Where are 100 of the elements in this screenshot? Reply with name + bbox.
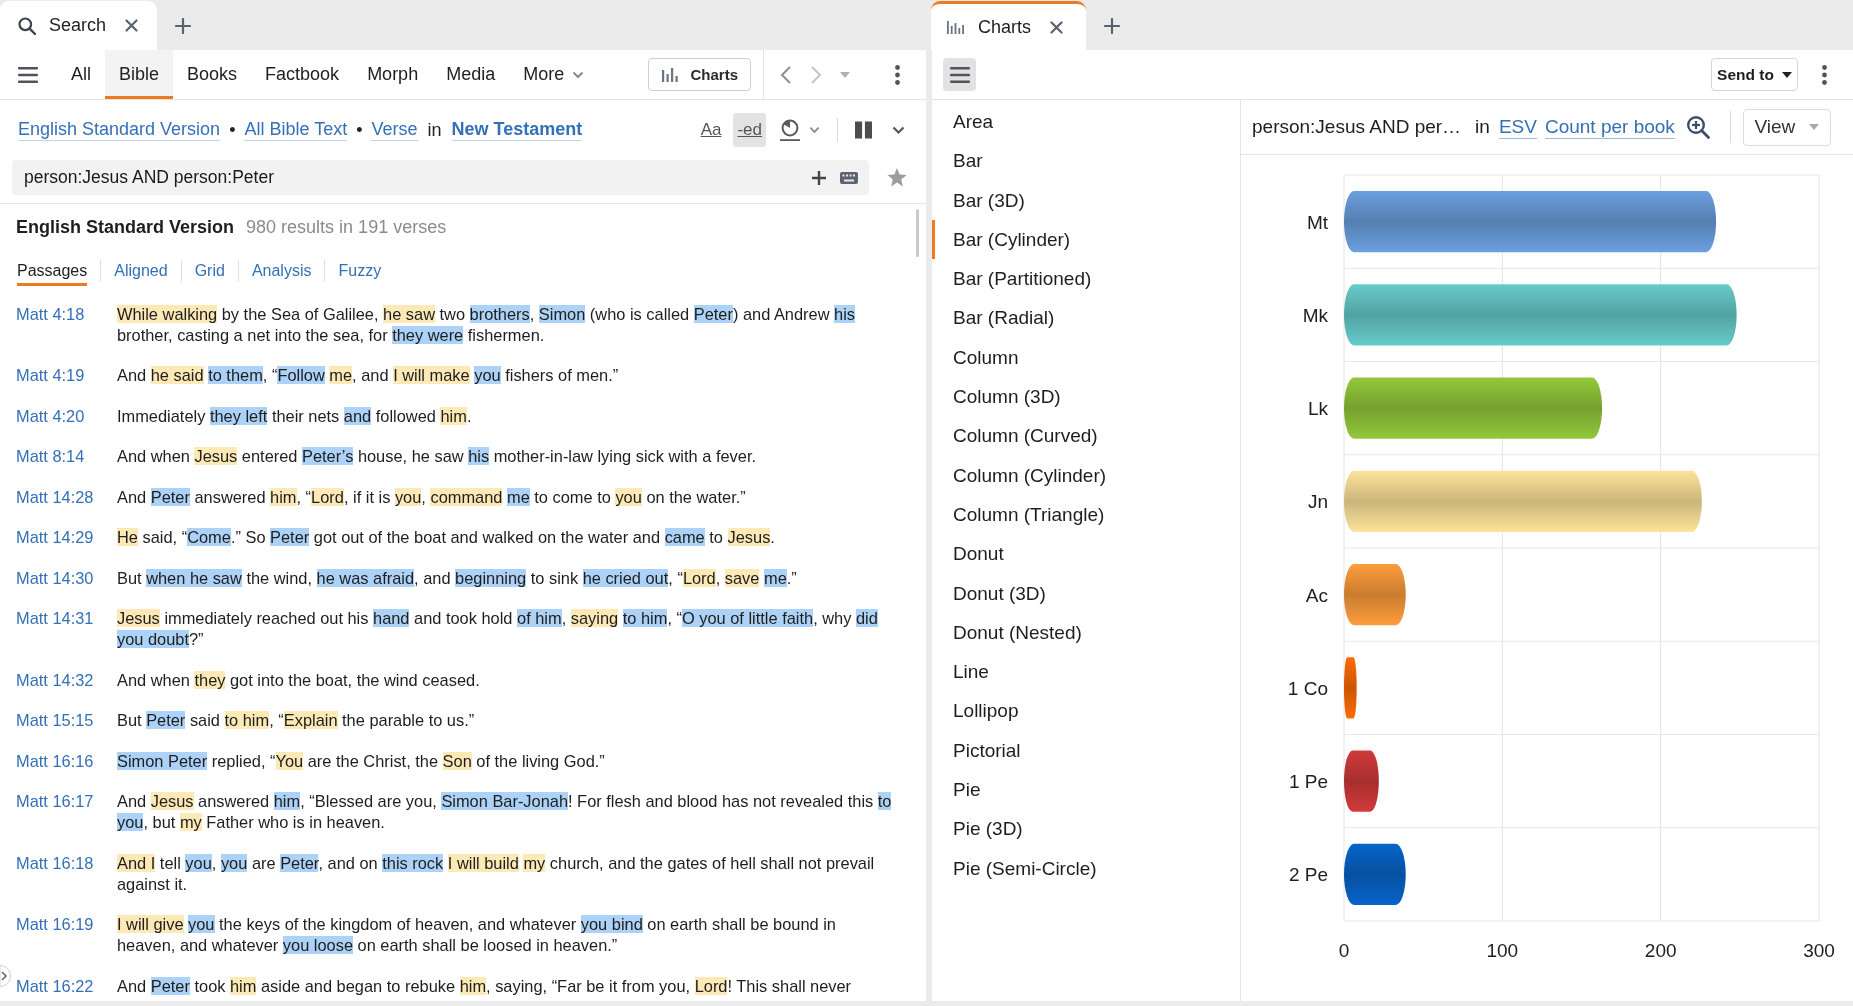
plus-icon[interactable] [1104,18,1120,34]
bar [1344,657,1357,719]
category-label: Jn [1307,491,1328,513]
bar-chart-icon [662,67,679,82]
chart-type-item[interactable]: Pie (Semi-Circle) [932,848,1240,888]
scope-link[interactable]: All Bible Text [244,119,348,141]
nav-tab[interactable]: Morph [353,50,433,99]
chart-type-item[interactable]: Column (Curved) [932,416,1240,456]
display-toggle[interactable]: Aa [696,113,726,147]
search-icon [18,16,36,35]
verse-reference[interactable]: Matt 16:22 [16,975,117,997]
gauge-icon[interactable] [780,119,800,141]
category-label: Ac [1305,584,1328,606]
close-icon[interactable] [1050,20,1063,34]
verse-reference[interactable]: Matt 16:18 [16,852,117,895]
category-label: 1 Pe [1288,771,1328,793]
chart-type-item[interactable]: Line [932,652,1240,692]
send-to-button[interactable]: Send to [1711,58,1798,91]
chart-type-item[interactable]: Donut (Nested) [932,612,1240,653]
charts-button[interactable]: Charts [648,58,751,91]
scope-link[interactable]: New Testament [451,119,583,141]
verse-reference[interactable]: Matt 4:18 [16,303,117,346]
version-link[interactable]: ESV [1498,115,1537,139]
close-icon[interactable] [125,19,139,32]
scrollbar-thumb[interactable] [916,209,919,257]
verse-reference[interactable]: Matt 16:16 [16,750,117,772]
verse-reference[interactable]: Matt 4:19 [16,365,117,387]
nav-tab[interactable]: All [57,50,105,99]
chart-type-item[interactable]: Donut (3D) [932,573,1240,613]
chart-type-item[interactable]: Bar (Partitioned) [932,259,1240,299]
plus-icon[interactable] [811,169,827,186]
bullet-separator: • [356,119,363,141]
chevron-icon[interactable] [0,965,12,987]
panel-tab[interactable]: Charts [931,1,1086,50]
chart-type-item[interactable]: Column (Cylinder) [932,455,1240,495]
verse-text: But Peter said to him, “Explain the parable to us.” [117,710,476,732]
columns-icon[interactable] [855,121,872,139]
chart-type-item[interactable]: Bar (Radial) [932,298,1240,338]
back-icon[interactable] [780,64,792,85]
more-icon[interactable] [895,64,900,85]
display-toggle[interactable]: -ed [733,113,766,147]
chart-type-item[interactable]: Column (Triangle) [932,494,1240,535]
verse-text: He said, “Come.” So Peter got out of the boat and walked on the water and came to Jesus. [117,527,776,549]
verse-reference[interactable]: Matt 14:29 [16,527,117,549]
results-title: English Standard Version [16,216,235,238]
bar [1344,750,1379,812]
caret-icon [572,70,585,79]
chart-type-item[interactable]: Area [932,102,1240,142]
chart-type-item[interactable]: Bar (3D) [932,180,1240,220]
verse-reference[interactable]: Matt 15:15 [16,710,117,732]
view-tab[interactable]: Grid [194,250,225,286]
view-tab[interactable]: Passages [17,250,88,286]
category-label: Mk [1302,304,1328,326]
plus-icon[interactable] [175,18,191,34]
nav-tab[interactable]: Media [432,50,510,99]
caret-icon[interactable] [809,126,820,134]
verse-reference[interactable]: Matt 8:14 [16,446,117,468]
results-summary: 980 results in 191 verses [246,216,447,238]
view-tab[interactable]: Aligned [114,250,168,286]
measure-link[interactable]: Count per book [1544,115,1675,139]
chart-type-item[interactable]: Column [932,337,1240,378]
chevron-down-icon[interactable] [892,126,905,134]
panel-tab[interactable]: Search [0,1,157,50]
verse-reference[interactable]: Matt 14:28 [16,486,117,508]
view-button[interactable]: View [1742,108,1831,146]
chart-type-item[interactable]: Lollipop [932,691,1240,731]
chart-type-item[interactable]: Bar (Cylinder) [932,219,1240,260]
bullet-separator: • [229,119,236,141]
tick-label: 200 [1644,940,1677,961]
nav-tab[interactable]: Factbook [251,50,354,99]
zoom-in-icon[interactable] [1685,115,1710,139]
tick-label: 100 [1486,940,1519,961]
search-field[interactable]: person:Jesus AND person:Peter [12,160,869,195]
verse-reference[interactable]: Matt 14:30 [16,567,117,589]
chart-type-item[interactable]: Pie [932,770,1240,810]
scope-link[interactable]: English Standard Version [18,119,221,141]
chart-type-item[interactable]: Bar [932,141,1240,181]
category-label: 1 Co [1287,677,1328,699]
verse-reference[interactable]: Matt 16:17 [16,791,117,834]
nav-tab[interactable]: Books [173,50,252,99]
nav-tab[interactable]: Bible [105,50,174,99]
chart-type-item[interactable]: Column (3D) [932,377,1240,417]
menu-icon[interactable] [18,66,38,83]
scope-link[interactable]: Verse [371,119,418,141]
star-icon[interactable] [887,168,907,187]
menu-tab[interactable]: More [509,50,599,99]
chart-type-item[interactable]: Pie (3D) [932,809,1240,849]
sidebar-toggle[interactable] [943,58,976,91]
chart-type-item[interactable]: Donut [932,534,1240,574]
tick-label: 0 [1338,940,1350,961]
more-icon[interactable] [1822,64,1827,85]
chart-type-item[interactable]: Pictorial [932,730,1240,771]
verse-reference[interactable]: Matt 14:32 [16,669,117,691]
verse-reference[interactable]: Matt 14:31 [16,608,117,651]
verse-text: And Jesus answered him, “Blessed are you, Simon Bar-Jonah! For flesh and blood has not revealed this to you, but my Father who is in heaven. [117,791,893,834]
verse-text: And when they got into the boat, the wind ceased. [117,669,481,691]
view-tab[interactable]: Analysis [251,250,312,286]
view-tab[interactable]: Fuzzy [338,250,382,286]
verse-reference[interactable]: Matt 16:19 [16,914,117,957]
verse-reference[interactable]: Matt 4:20 [16,405,117,427]
